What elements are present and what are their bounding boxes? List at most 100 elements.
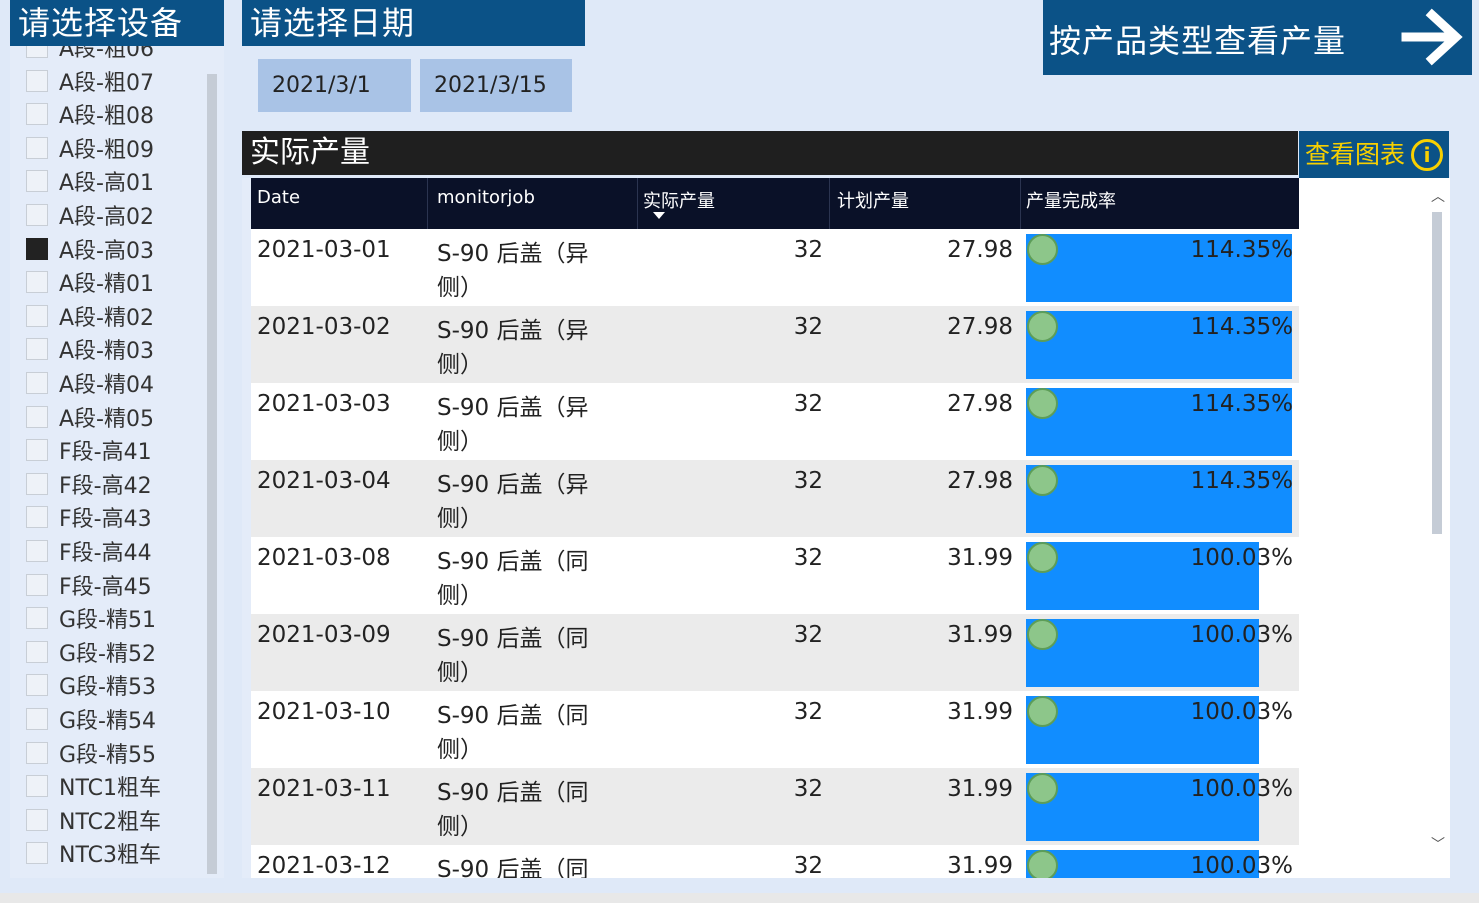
device-option[interactable]: A段-粗07 — [10, 64, 205, 98]
scroll-down-icon[interactable]: ﹀ — [1431, 834, 1445, 854]
checkbox[interactable] — [26, 338, 48, 361]
table-title: 实际产量 — [242, 131, 1298, 175]
cell-monitorjob: S-90 后盖（异侧） — [437, 318, 589, 378]
device-option[interactable]: G段-精53 — [10, 668, 205, 702]
table-row[interactable]: 2021-03-04 S-90 后盖（异侧） 32 27.98 114.35% — [251, 460, 1299, 537]
checkbox[interactable] — [26, 204, 48, 226]
device-option-label: A段-高01 — [59, 171, 154, 197]
checkbox[interactable] — [26, 103, 48, 126]
device-option[interactable]: A段-精02 — [10, 299, 205, 333]
device-option-label: A段-精05 — [59, 406, 154, 432]
cell-rate: 100.03% — [1190, 699, 1293, 725]
scroll-up-icon[interactable]: ︿ — [1431, 186, 1445, 206]
cell-plan: 31.99 — [947, 776, 1013, 802]
column-header-monitorjob[interactable]: monitorjob — [437, 187, 535, 208]
checkbox[interactable] — [26, 775, 48, 798]
checkbox[interactable] — [26, 472, 48, 495]
device-option[interactable]: NTC3粗车 — [10, 836, 205, 870]
checkbox[interactable] — [26, 808, 48, 831]
checkbox[interactable] — [26, 506, 48, 529]
cell-rate: 100.03% — [1190, 545, 1293, 571]
checkbox[interactable] — [26, 136, 48, 159]
device-option[interactable]: NTC1粗车 — [10, 769, 205, 803]
device-slicer-list[interactable]: A段-粗06 A段-粗07 A段-粗08 A段-粗09 A段-高01 A段-高02 A段-高… — [10, 46, 224, 878]
device-option-label: NTC3粗车 — [59, 843, 161, 869]
device-option[interactable]: F段-高41 — [10, 433, 205, 467]
table-row[interactable]: 2021-03-10 S-90 后盖（同侧） 32 31.99 100.03% — [251, 691, 1299, 768]
column-header-actual[interactable]: 实际产量 — [643, 187, 715, 213]
device-option[interactable]: A段-粗08 — [10, 97, 205, 131]
cell-plan: 31.99 — [947, 853, 1013, 878]
checkbox[interactable] — [26, 842, 48, 865]
device-option[interactable]: A段-精04 — [10, 366, 205, 400]
cell-date: 2021-03-03 — [257, 391, 391, 417]
checkbox[interactable] — [26, 674, 48, 697]
end-date-field[interactable]: 2021/3/15 — [420, 59, 572, 112]
column-header-rate[interactable]: 产量完成率 — [1026, 187, 1116, 213]
device-option[interactable]: F段-高45 — [10, 568, 205, 602]
table-row[interactable]: 2021-03-03 S-90 后盖（异侧） 32 27.98 114.35% — [251, 383, 1299, 460]
checkbox[interactable] — [26, 46, 48, 58]
device-option[interactable]: A段-精03 — [10, 332, 205, 366]
device-option-label: G段-精55 — [59, 742, 156, 768]
device-option-label: A段-高02 — [59, 205, 154, 230]
device-option-label: A段-粗07 — [59, 70, 154, 96]
cell-plan: 27.98 — [947, 391, 1013, 417]
slicer-scrollbar[interactable] — [207, 74, 217, 874]
table-row[interactable]: 2021-03-09 S-90 后盖（同侧） 32 31.99 100.03% — [251, 614, 1299, 691]
cell-rate: 100.03% — [1190, 853, 1293, 878]
device-option[interactable]: G段-精51 — [10, 601, 205, 635]
column-header-date[interactable]: Date — [257, 187, 300, 208]
device-option[interactable]: G段-精54 — [10, 702, 205, 736]
device-option[interactable]: A段-精01 — [10, 265, 205, 299]
device-option-label: G段-精51 — [59, 608, 156, 634]
cell-monitorjob: S-90 后盖（同侧） — [437, 549, 589, 609]
device-option-label: NTC2粗车 — [59, 809, 161, 835]
device-option[interactable]: A段-精05 — [10, 400, 205, 434]
view-chart-button[interactable]: 查看图表 i — [1299, 131, 1449, 178]
cell-date: 2021-03-10 — [257, 699, 391, 725]
table-row[interactable]: 2021-03-12 S-90 后盖（同侧） 32 31.99 100.03% — [251, 845, 1299, 878]
device-option[interactable]: F段-高43 — [10, 500, 205, 534]
device-option[interactable]: A段-粗09 — [10, 131, 205, 165]
device-option[interactable]: NTC2粗车 — [10, 803, 205, 837]
device-option-label: F段-高43 — [59, 507, 152, 533]
checkbox[interactable] — [26, 708, 48, 730]
checkbox[interactable] — [26, 439, 48, 462]
table-row[interactable]: 2021-03-11 S-90 后盖（同侧） 32 31.99 100.03% — [251, 768, 1299, 845]
cell-actual: 32 — [793, 622, 823, 648]
checkbox[interactable] — [26, 640, 48, 663]
checkbox[interactable] — [26, 237, 48, 260]
checkbox[interactable] — [26, 405, 48, 428]
table-scrollbar[interactable] — [1432, 212, 1442, 534]
device-option[interactable]: A段-高03 — [10, 232, 205, 266]
start-date-field[interactable]: 2021/3/1 — [258, 59, 411, 112]
checkbox[interactable] — [26, 271, 48, 294]
device-option[interactable]: G段-精55 — [10, 736, 205, 770]
checkbox[interactable] — [26, 372, 48, 394]
table-row[interactable]: 2021-03-02 S-90 后盖（异侧） 32 27.98 114.35% — [251, 306, 1299, 383]
device-option[interactable]: A段-高01 — [10, 164, 205, 198]
checkbox[interactable] — [26, 741, 48, 764]
device-option[interactable]: F段-高44 — [10, 534, 205, 568]
checkbox[interactable] — [26, 170, 48, 193]
device-option[interactable]: F段-高42 — [10, 467, 205, 501]
device-option[interactable]: G段-精52 — [10, 635, 205, 669]
table-row[interactable]: 2021-03-01 S-90 后盖（异侧） 32 27.98 114.35% — [251, 229, 1299, 306]
sort-desc-icon — [653, 212, 665, 219]
device-option-label: F段-高45 — [59, 574, 152, 600]
column-header-plan[interactable]: 计划产量 — [837, 187, 909, 213]
table-row[interactable]: 2021-03-08 S-90 后盖（同侧） 32 31.99 100.03% — [251, 537, 1299, 614]
cell-date: 2021-03-11 — [257, 776, 391, 802]
cell-plan: 31.99 — [947, 622, 1013, 648]
checkbox[interactable] — [26, 69, 48, 92]
checkbox[interactable] — [26, 304, 48, 327]
checkbox[interactable] — [26, 540, 48, 562]
device-option[interactable]: A段-粗06 — [10, 46, 205, 64]
cell-date: 2021-03-01 — [257, 237, 391, 263]
view-by-product-button[interactable]: 按产品类型查看产量 — [1043, 0, 1472, 75]
checkbox[interactable] — [26, 607, 48, 630]
checkbox[interactable] — [26, 573, 48, 596]
cell-monitorjob: S-90 后盖（异侧） — [437, 472, 589, 532]
device-option[interactable]: A段-高02 — [10, 198, 205, 232]
